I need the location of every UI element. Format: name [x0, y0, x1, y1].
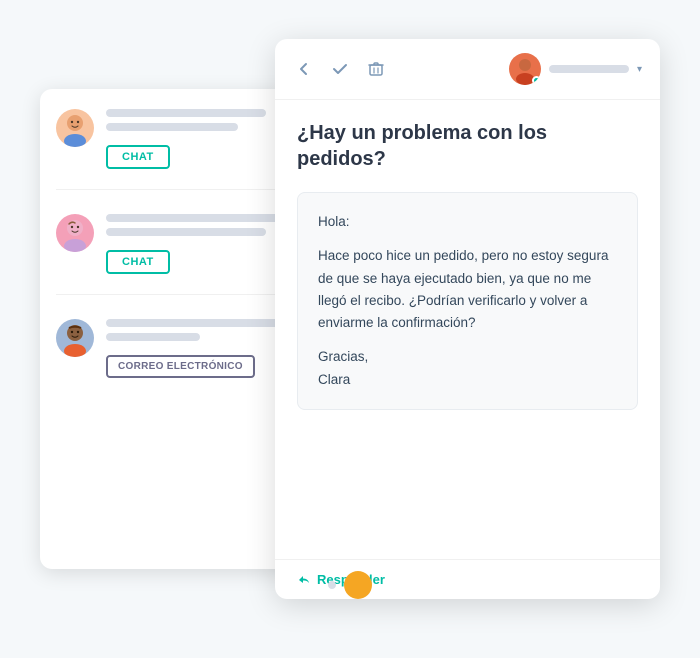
- message-text: Hola: Hace poco hice un pedido, pero no …: [318, 211, 617, 391]
- dot-indicator: [328, 581, 336, 589]
- inbox-item-content: CHAT: [106, 214, 294, 274]
- reply-icon: [297, 573, 311, 587]
- chat-button[interactable]: CHAT: [106, 250, 170, 274]
- user-name-placeholder: [549, 65, 629, 73]
- preview-line: [106, 333, 200, 341]
- check-button[interactable]: [329, 58, 351, 80]
- message-box: Hola: Hace poco hice un pedido, pero no …: [297, 192, 638, 410]
- main-scene: CHAT CHAT: [40, 39, 660, 619]
- avatar: [56, 214, 94, 252]
- body: Hace poco hice un pedido, pero no estoy …: [318, 245, 617, 334]
- dot-indicator-active: [344, 571, 372, 599]
- inbox-item: CHAT: [56, 109, 294, 190]
- inbox-item: CORREO ELECTRÓNICO: [56, 319, 294, 398]
- name-line: [106, 214, 294, 222]
- chevron-down-icon: ▾: [637, 64, 642, 75]
- detail-body: ¿Hay un problema con los pedidos? Hola: …: [275, 100, 660, 559]
- bottom-dots: [328, 571, 372, 599]
- email-button[interactable]: CORREO ELECTRÓNICO: [106, 355, 255, 378]
- inbox-item-content: CORREO ELECTRÓNICO: [106, 319, 294, 378]
- message-subject: ¿Hay un problema con los pedidos?: [297, 120, 638, 172]
- inbox-item-content: CHAT: [106, 109, 294, 169]
- user-selector[interactable]: ▾: [509, 53, 642, 85]
- name-line: [106, 109, 266, 117]
- preview-line: [106, 123, 238, 131]
- status-dot: [532, 76, 541, 85]
- avatar: [56, 319, 94, 357]
- back-button[interactable]: [293, 58, 315, 80]
- preview-line: [106, 228, 266, 236]
- name-line: [106, 319, 294, 327]
- chat-button[interactable]: CHAT: [106, 145, 170, 169]
- inbox-panel: CHAT CHAT: [40, 89, 310, 569]
- avatar: [56, 109, 94, 147]
- trash-button[interactable]: [365, 58, 387, 80]
- inbox-item: CHAT: [56, 214, 294, 295]
- user-avatar: [509, 53, 541, 85]
- greeting: Hola:: [318, 211, 617, 233]
- closing: Gracias, Clara: [318, 346, 617, 391]
- detail-panel: ▾ ¿Hay un problema con los pedidos? Hola…: [275, 39, 660, 599]
- detail-header: ▾: [275, 39, 660, 100]
